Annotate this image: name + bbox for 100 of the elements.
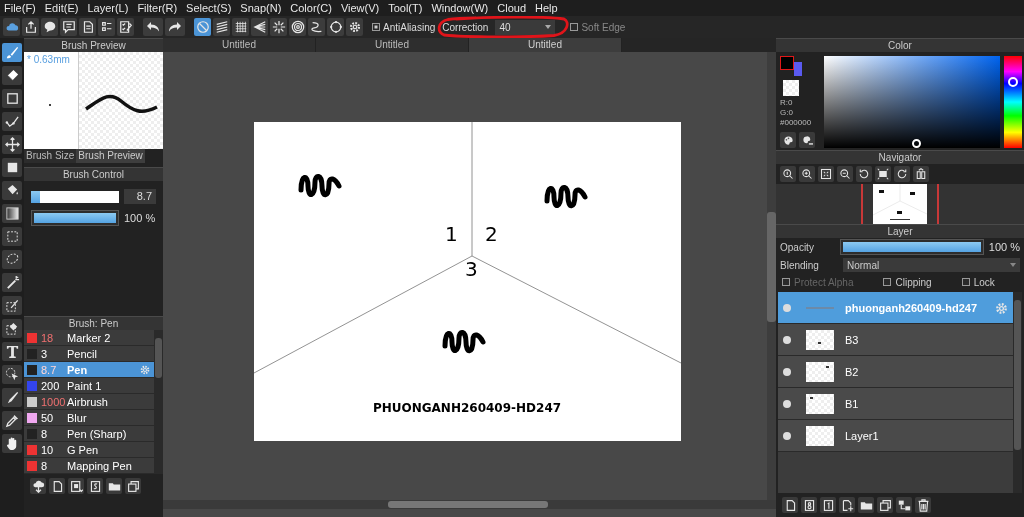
circle-dots-button[interactable]	[327, 18, 344, 36]
scrollbar[interactable]	[163, 500, 776, 509]
brush-item[interactable]: 18 Marker 2	[24, 330, 154, 346]
curve-button[interactable]	[308, 18, 325, 36]
menu-item[interactable]: Layer(L)	[87, 2, 129, 14]
menu-item[interactable]: Window(W)	[431, 2, 489, 14]
checkbox[interactable]	[961, 278, 970, 286]
visibility-toggle[interactable]	[783, 335, 791, 344]
document-button[interactable]	[79, 18, 96, 36]
selection-pen-tool[interactable]	[2, 296, 22, 315]
checklist-button[interactable]	[117, 18, 134, 36]
picker-handle[interactable]	[912, 139, 921, 148]
color-picker-square[interactable]	[824, 56, 1000, 148]
script-button[interactable]	[87, 478, 103, 494]
brush-size-slider[interactable]	[31, 190, 119, 203]
gear-icon[interactable]	[139, 364, 151, 376]
zoom-out-button[interactable]	[837, 166, 853, 182]
new-layer-one-button[interactable]	[820, 497, 836, 513]
brush-item[interactable]: 200 Paint 1	[24, 378, 154, 394]
fan-lines-button[interactable]	[251, 18, 268, 36]
scrollbar[interactable]	[154, 330, 163, 474]
blending-dropdown[interactable]: Normal	[843, 258, 1020, 272]
brush-item[interactable]: 50 Blur	[24, 410, 154, 426]
scrollbar[interactable]	[767, 52, 776, 500]
checkbox[interactable]	[883, 278, 892, 286]
soft-edge-checkbox[interactable]	[570, 23, 579, 31]
polyline-tool[interactable]	[2, 112, 22, 131]
palette-add-button[interactable]	[799, 132, 815, 148]
gradient-tool[interactable]	[2, 204, 22, 223]
list-button[interactable]	[98, 18, 115, 36]
speech-bubble-button[interactable]	[41, 18, 58, 36]
background-color-swatch[interactable]	[794, 62, 802, 76]
duplicate-button[interactable]	[877, 497, 893, 513]
visibility-toggle[interactable]	[783, 367, 791, 376]
navigator-preview[interactable]	[776, 184, 1024, 224]
layer-item[interactable]: B1	[778, 388, 1013, 420]
layer-option[interactable]: Clipping	[883, 276, 932, 288]
visibility-toggle[interactable]	[783, 303, 791, 312]
flip-button[interactable]	[913, 166, 929, 182]
new-page-button[interactable]	[49, 478, 65, 494]
bucket-tool[interactable]	[2, 181, 22, 200]
layer-item[interactable]: B3	[778, 324, 1013, 356]
pointer-circle-tool[interactable]	[2, 365, 22, 384]
cloud-download-button[interactable]	[30, 478, 46, 494]
menu-item[interactable]: Edit(E)	[44, 2, 79, 14]
filled-square-tool[interactable]	[2, 158, 22, 177]
panel-tab[interactable]: Brush Size	[24, 149, 77, 163]
folder-button[interactable]	[858, 497, 874, 513]
correction-dropdown[interactable]: 40	[495, 19, 556, 35]
duplicate-button[interactable]	[125, 478, 141, 494]
antialiasing-checkbox[interactable]	[372, 23, 380, 31]
selection-eraser-tool[interactable]	[2, 319, 22, 338]
square-tool[interactable]	[2, 89, 22, 108]
hue-handle[interactable]	[1008, 76, 1018, 87]
visibility-toggle[interactable]	[783, 431, 791, 440]
document-tab[interactable]: Untitled	[163, 38, 316, 52]
menu-item[interactable]: Select(S)	[186, 2, 232, 14]
menu-item[interactable]: View(V)	[340, 2, 380, 14]
rotate-left-button[interactable]	[856, 166, 872, 182]
menu-item[interactable]: Filter(R)	[137, 2, 178, 14]
menu-item[interactable]: Tool(T)	[388, 2, 423, 14]
palette-button[interactable]	[780, 132, 796, 148]
undo-button[interactable]	[143, 18, 163, 36]
parallel-lines-button[interactable]	[213, 18, 230, 36]
scrollbar[interactable]	[1013, 292, 1022, 493]
brush-tool[interactable]	[2, 43, 22, 62]
add-brush-button[interactable]	[68, 478, 84, 494]
new-page-button[interactable]	[782, 497, 798, 513]
document-tab[interactable]: Untitled	[316, 38, 469, 52]
brush-item[interactable]: 1000Airbrush	[24, 394, 154, 410]
brush-size-field[interactable]: 8.7	[124, 189, 156, 204]
concentric-circles-button[interactable]	[289, 18, 306, 36]
visibility-toggle[interactable]	[783, 399, 791, 408]
zoom-in-button[interactable]	[799, 166, 815, 182]
comment-button[interactable]	[60, 18, 77, 36]
layer-option[interactable]: Lock	[961, 276, 995, 288]
eyedropper-tool[interactable]	[2, 411, 22, 430]
grid-button[interactable]	[232, 18, 249, 36]
brush-item[interactable]: 10 G Pen	[24, 442, 154, 458]
hue-slider[interactable]	[1004, 56, 1022, 148]
move-arrows-tool[interactable]	[2, 135, 22, 154]
zoom-reset-button[interactable]	[780, 166, 796, 182]
brush-item[interactable]: 8 Pen (Sharp)	[24, 426, 154, 442]
layer-item[interactable]: Layer1	[778, 420, 1013, 452]
fit-button[interactable]	[818, 166, 834, 182]
gear-button[interactable]	[346, 18, 363, 36]
menu-item[interactable]: Snap(N)	[240, 2, 282, 14]
new-layer-eight-button[interactable]	[801, 497, 817, 513]
redo-button[interactable]	[165, 18, 185, 36]
rotate-right-button[interactable]	[894, 166, 910, 182]
document-tab[interactable]: Untitled	[469, 38, 622, 52]
foreground-color-swatch[interactable]	[780, 56, 794, 70]
folder-button[interactable]	[106, 478, 122, 494]
share-button[interactable]	[22, 18, 39, 36]
fullscreen-button[interactable]	[875, 166, 891, 182]
add-layer-button[interactable]	[839, 497, 855, 513]
letter-t-tool[interactable]	[2, 342, 22, 361]
brush-item[interactable]: 3 Pencil	[24, 346, 154, 362]
magic-wand-tool[interactable]	[2, 273, 22, 292]
transparent-swatch[interactable]	[783, 80, 799, 96]
